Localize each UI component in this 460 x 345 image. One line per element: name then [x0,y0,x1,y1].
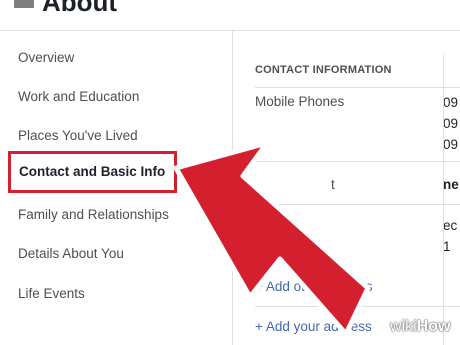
phone-value: 09 [443,137,459,152]
page-title: About [42,0,118,17]
phone-value: 09 [443,116,459,131]
about-card: About Overview Work and Education Places… [0,0,460,345]
sidebar-item-label: Contact and Basic Info [19,164,166,179]
sidebar-item-places-lived[interactable]: Places You've Lived [18,127,138,145]
field-value: ne [443,177,459,192]
mobile-phones-label: Mobile Phones [255,94,345,109]
add-other-phones-link[interactable]: + Add other phones [255,279,372,294]
contact-info-panel: CONTACT INFORMATION Mobile Phones 09 09 … [233,31,460,345]
field-value: ec [443,218,458,233]
field-value: 1 [443,239,451,254]
divider [255,87,460,88]
sidebar-item-life-events[interactable]: Life Events [18,285,85,303]
phone-value: 09 [443,95,459,110]
about-header: About [0,0,460,31]
watermark: wikiHow [390,318,450,336]
sidebar-item-details-about-you[interactable]: Details About You [18,245,124,263]
about-sidebar: Overview Work and Education Places You'v… [0,31,233,345]
sidebar-item-family-relationships[interactable]: Family and Relationships [18,206,169,224]
watermark-wiki: wiki [390,318,417,335]
watermark-how: How [416,318,451,335]
profile-icon [14,0,34,8]
divider [255,204,460,205]
sidebar-item-contact-basic-info[interactable]: Contact and Basic Info [8,151,177,193]
panel-edge [443,55,444,345]
divider [255,161,460,162]
sidebar-item-work-education[interactable]: Work and Education [18,88,139,106]
sidebar-item-overview[interactable]: Overview [18,49,74,67]
divider [255,306,460,307]
section-title: CONTACT INFORMATION [255,64,392,76]
add-address-link[interactable]: + Add your address [255,319,372,334]
field-label: t [331,177,335,192]
